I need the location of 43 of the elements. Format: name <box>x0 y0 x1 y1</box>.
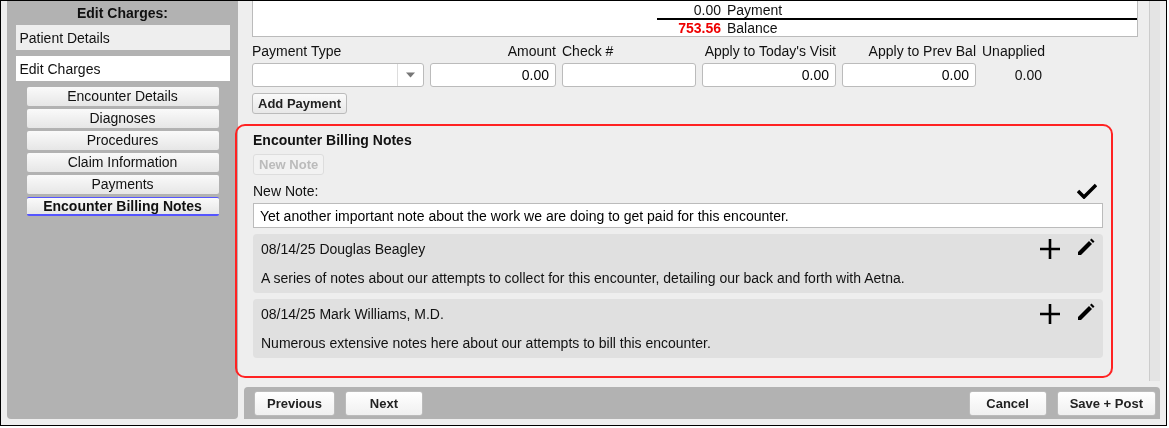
plus-icon[interactable] <box>1039 238 1061 260</box>
input-field[interactable]: 0.00 <box>702 63 836 87</box>
pencil-icon[interactable] <box>1075 238 1095 258</box>
checkmark-icon[interactable] <box>1077 183 1097 199</box>
footer-button[interactable]: Next <box>344 390 423 416</box>
note-header: 08/14/25 Mark Williams, M.D. <box>261 306 444 322</box>
section-title: Encounter Billing Notes <box>253 132 413 150</box>
new-note-field[interactable]: Yet another important note about the work we are doing to get paid for this encounter. <box>253 203 1103 228</box>
caret-icon <box>397 64 415 86</box>
footer-button[interactable]: Previous <box>254 390 335 416</box>
summary-amount: 0.00 <box>692 2 721 18</box>
unapplied-value: 0.00 <box>1013 66 1042 85</box>
scrollbar[interactable] <box>1149 1 1160 381</box>
footer-button[interactable]: Cancel <box>968 390 1047 416</box>
field-label: Unapplied <box>982 43 1042 60</box>
add-payment-button[interactable]: Add Payment <box>252 93 348 114</box>
input-field[interactable] <box>562 63 696 87</box>
sidebar-subitem[interactable]: Payments <box>26 175 219 194</box>
field-label: Apply to Today's Visit <box>703 43 836 60</box>
plus-icon[interactable] <box>1039 303 1061 325</box>
field-label: Payment Type <box>252 43 343 60</box>
note-header: 08/14/25 Douglas Beagley <box>261 241 426 257</box>
sidebar-subitem[interactable]: Encounter Billing Notes <box>26 197 219 216</box>
sidebar-item[interactable]: Edit Charges <box>15 56 230 81</box>
field-label: Amount <box>506 43 556 60</box>
sidebar-title: Edit Charges: <box>77 5 168 23</box>
sidebar-subitem[interactable]: Diagnoses <box>26 109 219 128</box>
input-field[interactable]: 0.00 <box>430 63 556 87</box>
field-label: Apply to Prev Bal <box>867 43 976 60</box>
note-text: Numerous extensive notes here about our attempts to bill this encounter. <box>261 335 712 351</box>
summary-label: Payment <box>727 2 783 18</box>
summary-label: Balance <box>727 20 778 36</box>
input-field[interactable]: 0.00 <box>842 63 976 87</box>
sidebar-subitem[interactable]: Claim Information <box>26 153 219 172</box>
footer-button[interactable]: Save + Post <box>1056 390 1156 416</box>
note-text: A series of notes about our attempts to collect for this encounter, detailing our back and forth with Aetna. <box>261 270 906 286</box>
summary-amount: 753.56 <box>677 20 721 36</box>
pencil-icon[interactable] <box>1075 303 1095 323</box>
sidebar-subitem[interactable]: Procedures <box>26 131 219 150</box>
new-note-label: New Note: <box>253 183 319 199</box>
field-label: Check # <box>562 43 615 60</box>
sidebar-subitem[interactable]: Encounter Details <box>26 87 219 106</box>
sidebar-item[interactable]: Patient Details <box>15 25 230 50</box>
